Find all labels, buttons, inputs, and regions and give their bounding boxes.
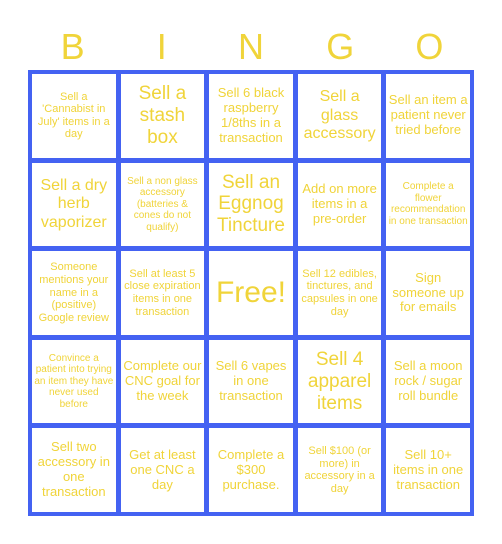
cell-text: Sell $100 (or more) in accessory in a da… — [304, 444, 375, 495]
header-letter-n: N — [238, 26, 264, 67]
bingo-cell-g5[interactable]: Sell $100 (or more) in accessory in a da… — [297, 428, 382, 512]
free-space-text: Free! — [215, 275, 286, 309]
bingo-cell-g1[interactable]: Sell a glass accessory — [297, 74, 382, 158]
bingo-cell-i2[interactable]: Sell a non glass accessory (batteries & … — [120, 162, 205, 247]
header-letter-b: B — [60, 26, 85, 67]
bingo-cell-i3[interactable]: Sell at least 5 close expiration items i… — [120, 251, 205, 335]
header-letter-g: G — [326, 26, 355, 67]
cell-text: Get at least one CNC a day — [129, 446, 196, 492]
cell-text: Convince a patient into trying an item t… — [34, 352, 114, 410]
bingo-cell-g3[interactable]: Sell 12 edibles, tinctures, and capsules… — [297, 251, 382, 335]
bingo-cell-b4[interactable]: Convince a patient into trying an item t… — [32, 339, 116, 424]
bingo-cell-b3[interactable]: Someone mentions your name in a (positiv… — [32, 251, 116, 335]
cell-text: Someone mentions your name in a (positiv… — [38, 261, 109, 324]
bingo-cell-b2[interactable]: Sell a dry herb vaporizer — [32, 162, 116, 247]
cell-text: Sell an Eggnog Tincture — [217, 171, 285, 237]
cell-text: Complete a flower recommendation in one … — [388, 181, 468, 227]
bingo-cell-o5[interactable]: Sell 10+ items in one transaction — [386, 428, 470, 512]
bingo-cell-b5[interactable]: Sell two accessory in one transaction — [32, 428, 116, 512]
cell-text: Sell two accessory in one transaction — [37, 439, 110, 500]
cell-text: Sell a glass accessory — [303, 88, 376, 142]
cell-text: Add on more items in a pre-order — [302, 180, 377, 226]
cell-text: Sell a moon rock / sugar roll bundle — [393, 358, 463, 404]
bingo-cell-i5[interactable]: Get at least one CNC a day — [120, 428, 205, 512]
cell-text: Sell at least 5 close expiration items i… — [124, 267, 201, 318]
bingo-cell-o3[interactable]: Sign someone up for emails — [386, 251, 470, 335]
cell-text: Sell 12 edibles, tinctures, and capsules… — [301, 267, 378, 318]
bingo-cell-o4[interactable]: Sell a moon rock / sugar roll bundle — [386, 339, 470, 424]
header-letter-i: I — [156, 26, 167, 67]
bingo-cell-free[interactable]: Free! — [209, 251, 293, 335]
bingo-cell-n5[interactable]: Complete a $300 purchase. — [209, 428, 293, 512]
header-letter-o: O — [415, 26, 444, 67]
bingo-cell-n4[interactable]: Sell 6 vapes in one transaction — [209, 339, 293, 424]
bingo-cell-g4[interactable]: Sell 4 apparel items — [297, 339, 382, 424]
cell-text: Sell 10+ items in one transaction — [393, 446, 464, 492]
cell-text: Sell 6 black raspberry 1/8ths in a trans… — [217, 84, 285, 145]
cell-text: Complete a $300 purchase. — [217, 446, 285, 492]
cell-text: Sell a stash box — [138, 83, 187, 148]
cell-text: Sell 4 apparel items — [307, 348, 372, 414]
bingo-cell-i1[interactable]: Sell a stash box — [120, 74, 205, 158]
cell-text: Sell a non glass accessory (batteries & … — [127, 175, 198, 233]
cell-text: Sell a dry herb vaporizer — [40, 176, 108, 231]
bingo-cell-g2[interactable]: Add on more items in a pre-order — [297, 162, 382, 247]
bingo-cell-o2[interactable]: Complete a flower recommendation in one … — [386, 162, 470, 247]
cell-text: Sell an item a patient never tried befor… — [388, 92, 468, 138]
bingo-cell-b1[interactable]: Sell a 'Cannabist in July' items in a da… — [32, 74, 116, 158]
bingo-card-grid: Sell a 'Cannabist in July' items in a da… — [28, 70, 474, 516]
bingo-header: B I N G O — [28, 24, 474, 70]
bingo-cell-n1[interactable]: Sell 6 black raspberry 1/8ths in a trans… — [209, 74, 293, 158]
bingo-cell-i4[interactable]: Complete our CNC goal for the week — [120, 339, 205, 424]
bingo-cell-n2[interactable]: Sell an Eggnog Tincture — [209, 162, 293, 247]
cell-text: Sign someone up for emails — [392, 269, 464, 315]
cell-text: Sell 6 vapes in one transaction — [215, 358, 287, 404]
cell-text: Sell a 'Cannabist in July' items in a da… — [37, 90, 110, 141]
cell-text: Complete our CNC goal for the week — [123, 358, 202, 404]
bingo-cell-o1[interactable]: Sell an item a patient never tried befor… — [386, 74, 470, 158]
